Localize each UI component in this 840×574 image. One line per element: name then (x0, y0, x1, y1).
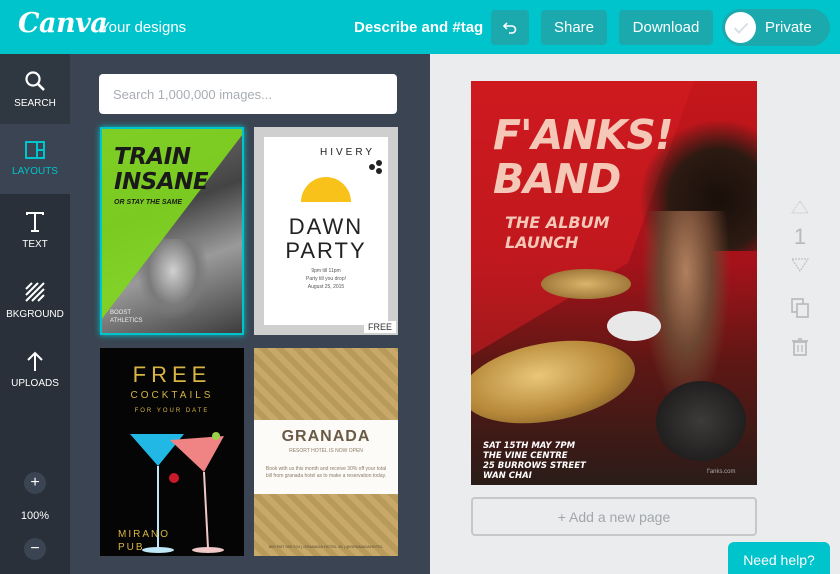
nav-search[interactable]: SEARCH (0, 54, 70, 124)
layout-subline: RESORT HOTEL IS NOW OPEN (289, 448, 363, 454)
layouts-icon (25, 141, 45, 159)
zoom-level: 100% (20, 510, 50, 522)
describe-and-tag-link[interactable]: Describe and #tag (354, 19, 483, 36)
nav-layouts[interactable]: LAYOUTS (0, 124, 70, 194)
layout-footer: 809 PBT 909 224 | GRANADA HOTEL 45 | @GR… (268, 544, 384, 549)
canva-logo[interactable]: Canva (18, 8, 108, 39)
need-help-button[interactable]: Need help? (728, 542, 830, 574)
cocktail-glasses-image (130, 432, 224, 553)
nav-search-label: SEARCH (14, 98, 56, 109)
layout-body: Book with us this month and receive 30% … (265, 466, 387, 479)
nav-uploads[interactable]: UPLOADS (0, 334, 70, 404)
drummer-body (641, 211, 731, 411)
cymbal-small (541, 269, 631, 299)
layout-thumbnail-granada[interactable]: GRANADA RESORT HOTEL IS NOW OPEN Book wi… (254, 348, 398, 556)
layout-headline: GRANADA (281, 428, 371, 445)
undo-button[interactable] (491, 10, 529, 45)
checkmark-icon (733, 22, 748, 34)
zoom-in-button[interactable]: + (24, 472, 46, 494)
layouts-panel: TRAIN INSANE OR STAY THE SAME BOOST ATHL… (70, 54, 430, 574)
layout-footer: MIRANO PUB (118, 529, 170, 553)
private-toggle[interactable]: Private (722, 9, 830, 46)
snare-drum (607, 311, 661, 341)
page-number: 1 (793, 224, 807, 249)
nav-layouts-label: LAYOUTS (12, 166, 58, 177)
copy-page-button[interactable] (787, 298, 813, 318)
delete-page-button[interactable] (787, 338, 813, 356)
image-search-input[interactable] (99, 74, 397, 114)
layout-thumbnail-free-cocktails[interactable]: FREE COCKTAILS FOR YOUR DATE MIRANO PUB (100, 348, 244, 556)
upload-icon (27, 351, 43, 371)
layout-subline: OR STAY THE SAME (114, 199, 183, 206)
nav-background[interactable]: BKGROUND (0, 265, 70, 335)
dots-icon (369, 160, 382, 174)
zoom-out-button[interactable]: − (24, 538, 46, 560)
poster-subtitle[interactable]: THE ALBUM LAUNCH (505, 213, 610, 253)
layout-brand: BOOST ATHLETICS (110, 310, 143, 324)
move-page-down-button[interactable] (787, 258, 813, 272)
layout-thumbnail-dawn-party[interactable]: HIVERY DAWN PARTY 9pm till 11pm Party ti… (254, 127, 398, 335)
arrow-down-icon (791, 258, 809, 272)
nav-text-label: TEXT (22, 239, 48, 250)
nav-text[interactable]: TEXT (0, 195, 70, 265)
text-icon (26, 212, 44, 232)
poster-event-info[interactable]: SAT 15TH MAY 7PM THE VINE CENTRE 25 BURR… (483, 441, 586, 481)
private-label: Private (765, 19, 812, 36)
share-button[interactable]: Share (541, 10, 607, 45)
layout-details: 9pm till 11pm Party till you drop! Augus… (305, 268, 347, 290)
poster-credit: f'anks.com (707, 469, 736, 475)
background-icon (25, 282, 45, 302)
trash-icon (792, 338, 808, 356)
free-badge: FREE (363, 321, 396, 333)
copy-icon (791, 298, 809, 318)
layout-headline: TRAIN INSANE (114, 144, 209, 195)
undo-icon (502, 21, 517, 34)
layout-thumbnail-train-insane[interactable]: TRAIN INSANE OR STAY THE SAME BOOST ATHL… (100, 127, 244, 335)
move-page-up-button[interactable] (787, 200, 813, 214)
side-nav: SEARCH LAYOUTS TEXT BKGROUND UPLOADS + 1… (0, 54, 70, 574)
top-bar: Canva Your designs Describe and #tag Sha… (0, 0, 840, 54)
bass-drum (656, 381, 746, 461)
layout-brand: HIVERY (320, 147, 376, 158)
nav-uploads-label: UPLOADS (11, 378, 59, 389)
poster-title[interactable]: F'ANKS! BAND (493, 113, 674, 201)
your-designs-link[interactable]: Your designs (100, 19, 186, 36)
search-icon (25, 71, 45, 91)
arrow-up-icon (791, 200, 809, 214)
layout-headline: DAWN PARTY (285, 214, 367, 263)
add-new-page-button[interactable]: + Add a new page (471, 497, 757, 536)
toggle-knob (725, 12, 756, 43)
design-page[interactable]: F'ANKS! BAND THE ALBUM LAUNCH SAT 15TH M… (471, 81, 757, 485)
nav-background-label: BKGROUND (6, 309, 64, 320)
download-button[interactable]: Download (619, 10, 713, 45)
